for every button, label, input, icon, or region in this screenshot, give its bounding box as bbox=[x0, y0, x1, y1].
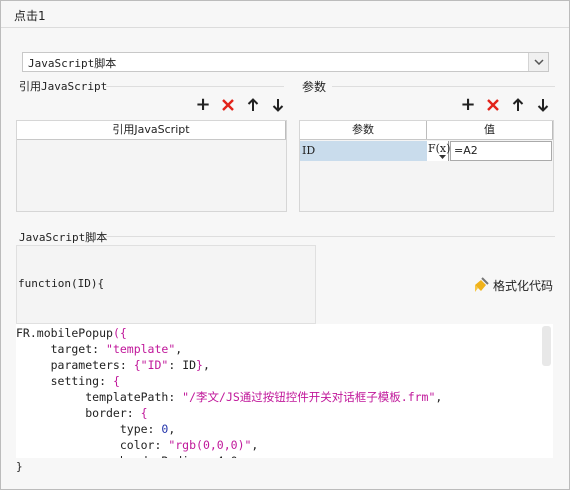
code-editor[interactable]: FR.mobilePopup({ target: "template", par… bbox=[16, 324, 553, 458]
code-line[interactable]: FR.mobilePopup({ bbox=[16, 325, 127, 341]
code-token: , bbox=[435, 390, 443, 404]
code-token: { bbox=[112, 374, 120, 388]
ref-js-table-header: 引用JavaScript bbox=[17, 121, 286, 140]
format-code-label: 格式化代码 bbox=[493, 278, 554, 293]
param-name-cell[interactable]: ID bbox=[300, 141, 427, 161]
code-token: border: bbox=[16, 406, 141, 420]
table-row[interactable]: ID F(x) =A2 bbox=[300, 141, 553, 161]
code-token: } bbox=[196, 358, 203, 372]
ref-js-table[interactable]: 引用JavaScript bbox=[16, 120, 287, 212]
code-token: "rgb(0,0,0)" bbox=[168, 438, 252, 452]
script-label: JavaScript脚本 bbox=[19, 231, 108, 244]
code-token: FR.mobilePopup bbox=[16, 326, 113, 340]
divider bbox=[332, 86, 555, 87]
code-line[interactable]: templatePath: "/李文/JS通过按钮控件开关对话框子模板.frm"… bbox=[16, 389, 442, 405]
ref-js-column-header[interactable]: 引用JavaScript bbox=[17, 121, 286, 139]
params-label: 参数 bbox=[302, 80, 327, 94]
script-type-value: JavaScript脚本 bbox=[28, 57, 117, 70]
params-table-header: 参数 值 bbox=[300, 121, 553, 140]
code-token: templatePath: bbox=[16, 390, 183, 404]
code-token: ({ bbox=[112, 326, 127, 340]
broom-icon bbox=[475, 277, 489, 292]
code-line[interactable]: setting: { bbox=[16, 373, 120, 389]
params-table[interactable]: 参数 值 ID F(x) =A2 bbox=[299, 120, 554, 212]
editor-scrollbar[interactable] bbox=[542, 326, 551, 366]
param-value-header[interactable]: 值 bbox=[427, 121, 553, 139]
function-closing-brace: } bbox=[16, 460, 23, 473]
param-delete-icon[interactable] bbox=[486, 98, 500, 112]
code-token: parameters: bbox=[16, 358, 134, 372]
function-signature-area: function(ID){ bbox=[16, 245, 316, 324]
param-move-down-icon[interactable] bbox=[536, 98, 550, 112]
code-line[interactable]: border: { bbox=[16, 405, 148, 421]
code-token: { bbox=[140, 406, 148, 420]
param-value-input[interactable]: =A2 bbox=[450, 141, 552, 161]
param-add-icon[interactable]: + bbox=[460, 96, 475, 114]
code-line[interactable]: target: "template", bbox=[16, 341, 183, 357]
code-token: : ID bbox=[168, 358, 197, 372]
code-token: type: bbox=[16, 422, 162, 436]
code-token: , bbox=[168, 422, 176, 436]
ref-delete-icon[interactable] bbox=[221, 98, 235, 112]
code-token: "template" bbox=[106, 342, 176, 356]
divider bbox=[106, 86, 284, 87]
ref-move-down-icon[interactable] bbox=[271, 98, 285, 112]
code-token: , bbox=[251, 438, 259, 452]
ref-js-label: 引用JavaScript bbox=[19, 80, 108, 93]
script-type-select[interactable]: JavaScript脚本 bbox=[22, 52, 549, 72]
code-token: "/李文/JS通过按钮控件开关对话框子模板.frm" bbox=[182, 390, 436, 404]
code-token: setting: bbox=[16, 374, 113, 388]
code-line[interactable]: parameters: {"ID": ID}, bbox=[16, 357, 210, 373]
code-token: target: bbox=[16, 342, 107, 356]
code-token: color: bbox=[16, 438, 169, 452]
code-token: borderRadius: 4.0 bbox=[16, 454, 238, 458]
format-code-button[interactable]: 格式化代码 bbox=[473, 276, 553, 294]
code-line[interactable]: color: "rgb(0,0,0)", bbox=[16, 437, 259, 453]
param-move-up-icon[interactable] bbox=[511, 98, 525, 112]
code-token: "ID" bbox=[140, 358, 169, 372]
ref-add-icon[interactable]: + bbox=[195, 96, 210, 114]
code-token: , bbox=[202, 358, 210, 372]
title-bar: 点击1 bbox=[1, 1, 569, 28]
function-signature: function(ID){ bbox=[18, 277, 105, 290]
ref-move-up-icon[interactable] bbox=[246, 98, 260, 112]
formula-button[interactable]: F(x) bbox=[427, 141, 451, 161]
code-line[interactable]: borderRadius: 4.0 bbox=[16, 453, 238, 458]
chevron-down-icon[interactable] bbox=[528, 53, 548, 71]
code-line[interactable]: type: 0, bbox=[16, 421, 175, 437]
code-token: , bbox=[175, 342, 183, 356]
formula-icon: F(x) bbox=[428, 142, 451, 155]
divider bbox=[106, 236, 555, 237]
window-title: 点击1 bbox=[14, 9, 46, 23]
param-name-header[interactable]: 参数 bbox=[300, 121, 427, 139]
code-token: { bbox=[133, 358, 141, 372]
